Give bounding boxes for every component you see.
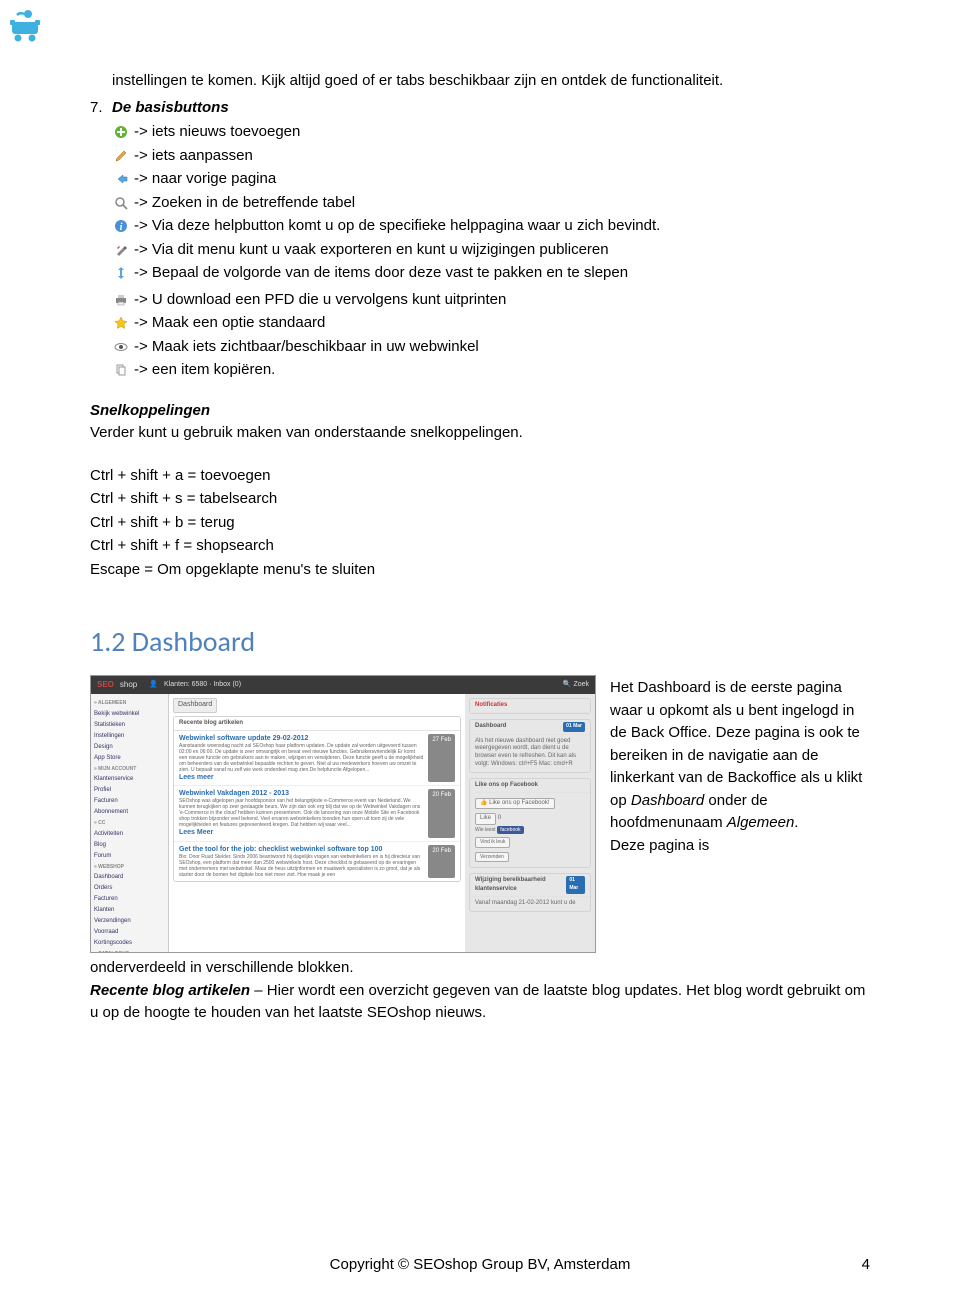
shortcut-line: Ctrl + shift + s = tabelsearch [90, 488, 870, 511]
icon-row-copy: -> een item kopiëren. [112, 359, 870, 382]
icon-row-eye: -> Maak iets zichtbaar/beschikbaar in uw… [112, 336, 870, 359]
dashboard-screenshot: SEOshop 👤 Klanten: 6580 · Inbox (0) 🔍 Zo… [90, 675, 596, 953]
shortcut-line: Ctrl + shift + b = terug [90, 512, 870, 535]
icon-row-text: -> naar vorige pagina [134, 168, 870, 191]
db-sidebar: » ALGEMEEN Bekijk webwinkel Statistieken… [91, 694, 169, 953]
back-arrow-icon [112, 171, 130, 187]
text: Deze pagina is [610, 835, 870, 858]
icon-row-text: -> Via dit menu kunt u vaak exporteren e… [134, 239, 870, 262]
printer-icon [112, 292, 130, 308]
pencil-icon [112, 148, 130, 164]
text: Het Dashboard is de eerste pagina waar u… [610, 679, 862, 809]
snelkoppelingen-heading: Snelkoppelingen [90, 400, 870, 423]
db-right-column: Notificaties Dashboard01 Mar Als het nie… [465, 694, 595, 953]
page-body: instellingen te komen. Kijk altijd goed … [0, 0, 960, 1085]
reorder-icon [112, 265, 130, 281]
list-item-7: 7. De basisbuttons [90, 97, 870, 120]
icon-row-text: -> iets aanpassen [134, 145, 870, 168]
dashboard-text-right: Het Dashboard is de eerste pagina waar u… [610, 675, 870, 857]
info-icon: i [112, 218, 130, 234]
star-icon [112, 315, 130, 331]
item-title: De basisbuttons [112, 97, 870, 120]
shortcut-line: Ctrl + shift + f = shopsearch [90, 535, 870, 558]
text-bold-italic: Recente blog artikelen [90, 982, 250, 999]
icon-row-text: -> Zoeken in de betreffende tabel [134, 192, 870, 215]
eye-icon [112, 339, 130, 355]
tools-icon [112, 242, 130, 258]
db-breadcrumb: Dashboard [173, 698, 217, 713]
icon-row-text: -> Maak iets zichtbaar/beschikbaar in uw… [134, 336, 870, 359]
icon-row-back: -> naar vorige pagina [112, 168, 870, 191]
text: onderverdeeld in verschillende blokken. [90, 957, 870, 980]
icon-row-help: i -> Via deze helpbutton komt u op de sp… [112, 215, 870, 238]
item-number: 7. [90, 97, 112, 120]
section-heading: 1.2 Dashboard [90, 621, 870, 663]
icon-row-text: -> iets nieuws toevoegen [134, 121, 870, 144]
corner-logo [6, 8, 46, 51]
shortcut-line: Ctrl + shift + a = toevoegen [90, 465, 870, 488]
icon-row-text: -> Via deze helpbutton komt u op de spec… [134, 215, 870, 238]
text-italic: Dashboard [631, 792, 704, 809]
icon-row-tools: -> Via dit menu kunt u vaak exporteren e… [112, 239, 870, 262]
icon-row-text: -> een item kopiëren. [134, 359, 870, 382]
db-topbar-user: Klanten: 6580 · Inbox (0) [164, 680, 241, 691]
icon-row-search: -> Zoeken in de betreffende tabel [112, 192, 870, 215]
page-number: 4 [862, 1254, 870, 1277]
dashboard-section: SEOshop 👤 Klanten: 6580 · Inbox (0) 🔍 Zo… [90, 675, 870, 1025]
plus-icon [112, 124, 130, 140]
search-icon [112, 195, 130, 211]
icon-row-text: -> Maak een optie standaard [134, 312, 870, 335]
icon-row-add: -> iets nieuws toevoegen [112, 121, 870, 144]
copy-icon [112, 362, 130, 378]
icon-row-edit: -> iets aanpassen [112, 145, 870, 168]
intro-paragraph: instellingen te komen. Kijk altijd goed … [112, 70, 870, 93]
text-italic: Algemeen [727, 814, 795, 831]
icon-row-star: -> Maak een optie standaard [112, 312, 870, 335]
icon-row-reorder: -> Bepaal de volgorde van de items door … [112, 262, 870, 285]
icon-row-text: -> U download een PFD die u vervolgens k… [134, 289, 870, 312]
icon-row-text: -> Bepaal de volgorde van de items door … [134, 262, 870, 285]
snelkoppelingen-intro: Verder kunt u gebruik maken van ondersta… [90, 422, 870, 445]
svg-text:i: i [120, 222, 123, 233]
shortcut-line: Escape = Om opgeklapte menu's te sluiten [90, 559, 870, 582]
dashboard-continued: onderverdeeld in verschillende blokken. … [90, 957, 870, 1025]
db-main: Dashboard Recente blog artikelen Webwink… [169, 694, 465, 953]
page-footer: Copyright © SEOshop Group BV, Amsterdam [0, 1254, 960, 1277]
text: . [794, 814, 798, 831]
icon-row-print: -> U download een PFD die u vervolgens k… [112, 289, 870, 312]
